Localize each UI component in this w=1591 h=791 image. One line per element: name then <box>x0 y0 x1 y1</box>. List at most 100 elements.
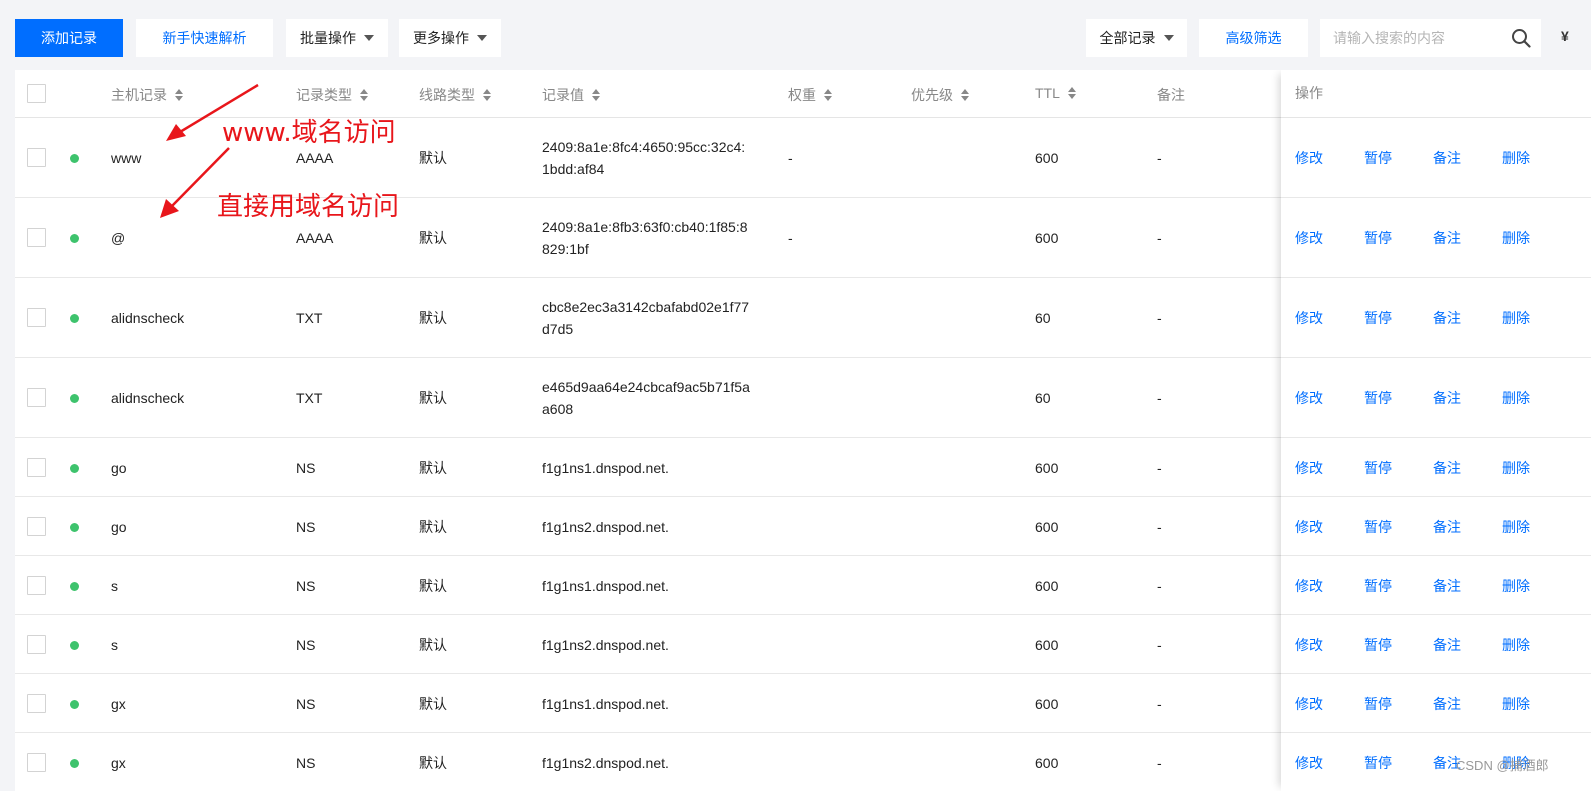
pause-link[interactable]: 暂停 <box>1364 458 1392 478</box>
ops-row: 修改 暂停 备注 删除 <box>1281 358 1591 438</box>
delete-link[interactable]: 删除 <box>1502 458 1530 478</box>
delete-link[interactable]: 删除 <box>1502 517 1530 537</box>
col-value[interactable]: 记录值 <box>542 85 600 105</box>
weight-cell: - <box>788 150 793 166</box>
pause-link[interactable]: 暂停 <box>1364 388 1392 408</box>
line-cell: 默认 <box>419 390 447 406</box>
sort-icon[interactable] <box>1067 87 1076 99</box>
row-checkbox[interactable] <box>27 517 46 536</box>
ops-row: 修改 暂停 备注 删除 <box>1281 674 1591 733</box>
remark-cell: - <box>1157 460 1162 476</box>
pause-link[interactable]: 暂停 <box>1364 148 1392 168</box>
row-checkbox[interactable] <box>27 753 46 772</box>
add-record-button[interactable]: 添加记录 <box>15 19 123 57</box>
more-ops-label: 更多操作 <box>413 30 469 46</box>
edit-link[interactable]: 修改 <box>1295 753 1323 773</box>
operations-column: 操作 修改 暂停 备注 删除 修改 暂停 备注 删除 修改 暂停 备注 删除 修改 暂停 备注 删除 修改 暂停备… <box>1281 70 1591 791</box>
more-ops-dropdown[interactable]: 更多操作 <box>399 19 501 57</box>
annotation-root: 直接用域名访问 <box>217 192 400 222</box>
ops-row: 修改 暂停 备注 删除 <box>1281 118 1591 198</box>
edit-link[interactable]: 修改 <box>1295 308 1323 328</box>
delete-link[interactable]: 删除 <box>1502 694 1530 714</box>
remark-cell: - <box>1157 578 1162 594</box>
note-link[interactable]: 备注 <box>1433 517 1461 537</box>
select-all-checkbox[interactable] <box>27 84 46 103</box>
delete-link[interactable]: 删除 <box>1502 635 1530 655</box>
truncated-toolbar-icon[interactable]: ¥ <box>1561 28 1569 44</box>
pause-link[interactable]: 暂停 <box>1364 576 1392 596</box>
host-cell: www <box>111 150 142 166</box>
col-host-label: 主机记录 <box>111 87 167 103</box>
pause-link[interactable]: 暂停 <box>1364 694 1392 714</box>
edit-link[interactable]: 修改 <box>1295 228 1323 248</box>
batch-ops-dropdown[interactable]: 批量操作 <box>286 19 388 57</box>
delete-link[interactable]: 删除 <box>1502 308 1530 328</box>
value-cell: 2409:8a1e:8fc4:4650:95cc:32c4: <box>542 139 746 155</box>
edit-link[interactable]: 修改 <box>1295 388 1323 408</box>
delete-link[interactable]: 删除 <box>1502 388 1530 408</box>
line-cell: 默认 <box>419 310 447 326</box>
row-checkbox[interactable] <box>27 308 46 327</box>
ops-row: 修改 暂停 备注 删除 <box>1281 556 1591 615</box>
note-link[interactable]: 备注 <box>1433 388 1461 408</box>
edit-link[interactable]: 修改 <box>1295 576 1323 596</box>
row-checkbox[interactable] <box>27 694 46 713</box>
ops-row: 修改 暂停 备注 删除 <box>1281 438 1591 497</box>
host-cell: @ <box>111 230 126 246</box>
note-link[interactable]: 备注 <box>1433 694 1461 714</box>
row-checkbox[interactable] <box>27 228 46 247</box>
advanced-filter-button[interactable]: 高级筛选 <box>1199 19 1308 57</box>
remark-cell: - <box>1157 519 1162 535</box>
edit-link[interactable]: 修改 <box>1295 694 1323 714</box>
status-dot-icon <box>70 154 79 163</box>
ops-row: 修改 暂停 备注 删除 <box>1281 198 1591 278</box>
row-checkbox[interactable] <box>27 576 46 595</box>
col-ttl[interactable]: TTL <box>1035 85 1076 101</box>
type-cell: NS <box>296 460 316 476</box>
sort-icon[interactable] <box>360 89 368 101</box>
pause-link[interactable]: 暂停 <box>1364 635 1392 655</box>
row-checkbox[interactable] <box>27 635 46 654</box>
row-checkbox[interactable] <box>27 148 46 167</box>
col-line[interactable]: 线路类型 <box>419 85 491 105</box>
sort-icon[interactable] <box>483 89 491 101</box>
note-link[interactable]: 备注 <box>1433 635 1461 655</box>
value-cell: f1g1ns1.dnspod.net. <box>542 578 669 594</box>
note-link[interactable]: 备注 <box>1433 228 1461 248</box>
row-checkbox[interactable] <box>27 388 46 407</box>
sort-icon[interactable] <box>175 89 183 101</box>
delete-link[interactable]: 删除 <box>1502 148 1530 168</box>
pause-link[interactable]: 暂停 <box>1364 308 1392 328</box>
edit-link[interactable]: 修改 <box>1295 635 1323 655</box>
edit-link[interactable]: 修改 <box>1295 517 1323 537</box>
all-records-dropdown[interactable]: 全部记录 <box>1086 19 1187 57</box>
host-cell: alidnscheck <box>111 310 185 326</box>
sort-icon[interactable] <box>824 89 832 101</box>
col-weight[interactable]: 权重 <box>788 85 832 105</box>
pause-link[interactable]: 暂停 <box>1364 753 1392 773</box>
delete-link[interactable]: 删除 <box>1502 228 1530 248</box>
col-host[interactable]: 主机记录 <box>111 85 183 105</box>
note-link[interactable]: 备注 <box>1433 148 1461 168</box>
delete-link[interactable]: 删除 <box>1502 576 1530 596</box>
status-dot-icon <box>70 759 79 768</box>
pause-link[interactable]: 暂停 <box>1364 228 1392 248</box>
dns-records-table: 主机记录 记录类型 线路类型 记录值 权重 优先级 TTL 备注 www AAAA… <box>15 70 1591 791</box>
watermark: CSDN @捕酒郎 <box>1456 758 1549 773</box>
edit-link[interactable]: 修改 <box>1295 458 1323 478</box>
search-icon[interactable] <box>1511 28 1531 48</box>
note-link[interactable]: 备注 <box>1433 458 1461 478</box>
row-checkbox[interactable] <box>27 458 46 477</box>
type-cell: NS <box>296 637 316 653</box>
sort-icon[interactable] <box>961 89 969 101</box>
note-link[interactable]: 备注 <box>1433 308 1461 328</box>
search-input[interactable] <box>1333 30 1503 46</box>
edit-link[interactable]: 修改 <box>1295 148 1323 168</box>
sort-icon[interactable] <box>592 89 600 101</box>
col-priority[interactable]: 优先级 <box>911 85 969 105</box>
value-cell: f1g1ns2.dnspod.net. <box>542 755 669 771</box>
quick-guide-button[interactable]: 新手快速解析 <box>136 19 273 57</box>
col-type[interactable]: 记录类型 <box>296 85 368 105</box>
note-link[interactable]: 备注 <box>1433 576 1461 596</box>
pause-link[interactable]: 暂停 <box>1364 517 1392 537</box>
